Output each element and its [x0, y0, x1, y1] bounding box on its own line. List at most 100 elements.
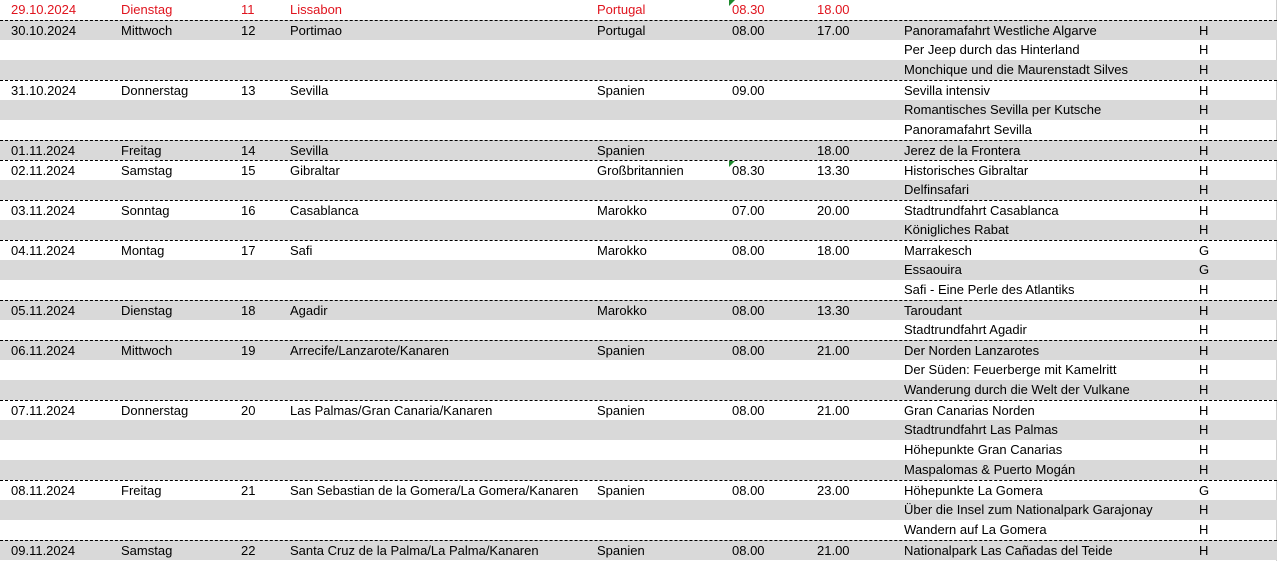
day-number-cell[interactable]: 11: [241, 0, 255, 20]
code-cell[interactable]: H: [1199, 460, 1208, 480]
day-number-cell[interactable]: 15: [241, 161, 255, 181]
arrival-time-cell[interactable]: 08.00: [732, 21, 765, 41]
departure-time-cell[interactable]: 17.00: [817, 21, 850, 41]
day-number-cell[interactable]: 20: [241, 401, 255, 421]
excursion-cell[interactable]: Taroudant: [904, 301, 962, 321]
departure-time-cell[interactable]: 13.30: [817, 301, 850, 321]
date-cell[interactable]: 30.10.2024: [11, 21, 76, 41]
code-cell[interactable]: H: [1199, 420, 1208, 440]
code-cell[interactable]: H: [1199, 180, 1208, 200]
country-cell[interactable]: Spanien: [597, 401, 645, 421]
excursion-cell[interactable]: Jerez de la Frontera: [904, 141, 1020, 161]
excursion-cell[interactable]: Essaouira: [904, 260, 962, 280]
arrival-time-cell[interactable]: 07.00: [732, 201, 765, 221]
code-cell[interactable]: G: [1199, 481, 1209, 501]
weekday-cell[interactable]: Freitag: [121, 141, 161, 161]
arrival-time-cell[interactable]: 09.00: [732, 81, 765, 101]
code-cell[interactable]: H: [1199, 201, 1208, 221]
date-cell[interactable]: 05.11.2024: [11, 301, 75, 321]
port-cell[interactable]: Arrecife/Lanzarote/Kanaren: [290, 341, 449, 361]
excursion-cell[interactable]: Stadtrundfahrt Agadir: [904, 320, 1027, 340]
port-cell[interactable]: Sevilla: [290, 81, 328, 101]
port-cell[interactable]: Gibraltar: [290, 161, 340, 181]
excursion-cell[interactable]: Romantisches Sevilla per Kutsche: [904, 100, 1101, 120]
country-cell[interactable]: Portugal: [597, 21, 645, 41]
day-number-cell[interactable]: 18: [241, 301, 255, 321]
port-cell[interactable]: Lissabon: [290, 0, 342, 20]
code-cell[interactable]: H: [1199, 320, 1208, 340]
excursion-cell[interactable]: Historisches Gibraltar: [904, 161, 1028, 181]
country-cell[interactable]: Portugal: [597, 0, 645, 20]
departure-time-cell[interactable]: 18.00: [817, 241, 850, 261]
excursion-cell[interactable]: Höhepunkte La Gomera: [904, 481, 1043, 501]
excursion-cell[interactable]: Delfinsafari: [904, 180, 969, 200]
port-cell[interactable]: Las Palmas/Gran Canaria/Kanaren: [290, 401, 492, 421]
date-cell[interactable]: 03.11.2024: [11, 201, 75, 221]
departure-time-cell[interactable]: 18.00: [817, 141, 850, 161]
weekday-cell[interactable]: Samstag: [121, 161, 172, 181]
excursion-cell[interactable]: Monchique und die Maurenstadt Silves: [904, 60, 1128, 80]
code-cell[interactable]: H: [1199, 60, 1208, 80]
weekday-cell[interactable]: Freitag: [121, 481, 161, 501]
weekday-cell[interactable]: Mittwoch: [121, 341, 172, 361]
arrival-time-cell[interactable]: 08.30: [732, 161, 765, 181]
departure-time-cell[interactable]: 23.00: [817, 481, 850, 501]
port-cell[interactable]: Sevilla: [290, 141, 328, 161]
weekday-cell[interactable]: Montag: [121, 241, 164, 261]
weekday-cell[interactable]: Mittwoch: [121, 21, 172, 41]
code-cell[interactable]: H: [1199, 100, 1208, 120]
day-number-cell[interactable]: 12: [241, 21, 255, 41]
date-cell[interactable]: 06.11.2024: [11, 341, 75, 361]
code-cell[interactable]: G: [1199, 241, 1209, 261]
code-cell[interactable]: H: [1199, 500, 1208, 520]
excursion-cell[interactable]: Per Jeep durch das Hinterland: [904, 40, 1080, 60]
excursion-cell[interactable]: Stadtrundfahrt Casablanca: [904, 201, 1059, 221]
port-cell[interactable]: Safi: [290, 241, 312, 261]
departure-time-cell[interactable]: 20.00: [817, 201, 850, 221]
excursion-cell[interactable]: Gran Canarias Norden: [904, 401, 1035, 421]
departure-time-cell[interactable]: 21.00: [817, 401, 850, 421]
country-cell[interactable]: Spanien: [597, 81, 645, 101]
code-cell[interactable]: H: [1199, 141, 1208, 161]
arrival-time-cell[interactable]: 08.30: [732, 0, 765, 20]
date-cell[interactable]: 29.10.2024: [11, 0, 76, 20]
port-cell[interactable]: Portimao: [290, 21, 342, 41]
date-cell[interactable]: 08.11.2024: [11, 481, 75, 501]
country-cell[interactable]: Marokko: [597, 201, 647, 221]
date-cell[interactable]: 04.11.2024: [11, 241, 75, 261]
weekday-cell[interactable]: Dienstag: [121, 301, 172, 321]
excursion-cell[interactable]: Maspalomas & Puerto Mogán: [904, 460, 1075, 480]
excursion-cell[interactable]: Wandern auf La Gomera: [904, 520, 1047, 540]
departure-time-cell[interactable]: 21.00: [817, 341, 850, 361]
country-cell[interactable]: Spanien: [597, 481, 645, 501]
port-cell[interactable]: Agadir: [290, 301, 328, 321]
port-cell[interactable]: San Sebastian de la Gomera/La Gomera/Kan…: [290, 481, 578, 501]
port-cell[interactable]: Santa Cruz de la Palma/La Palma/Kanaren: [290, 541, 539, 561]
country-cell[interactable]: Spanien: [597, 341, 645, 361]
departure-time-cell[interactable]: 18.00: [817, 0, 850, 20]
date-cell[interactable]: 07.11.2024: [11, 401, 75, 421]
code-cell[interactable]: H: [1199, 360, 1208, 380]
weekday-cell[interactable]: Donnerstag: [121, 401, 188, 421]
date-cell[interactable]: 02.11.2024: [11, 161, 75, 181]
excursion-cell[interactable]: Nationalpark Las Cañadas del Teide: [904, 541, 1113, 561]
code-cell[interactable]: H: [1199, 520, 1208, 540]
code-cell[interactable]: H: [1199, 280, 1208, 300]
country-cell[interactable]: Spanien: [597, 141, 645, 161]
country-cell[interactable]: Marokko: [597, 301, 647, 321]
code-cell[interactable]: H: [1199, 40, 1208, 60]
code-cell[interactable]: H: [1199, 341, 1208, 361]
excursion-cell[interactable]: Wanderung durch die Welt der Vulkane: [904, 380, 1130, 400]
excursion-cell[interactable]: Höhepunkte Gran Canarias: [904, 440, 1062, 460]
code-cell[interactable]: H: [1199, 380, 1208, 400]
weekday-cell[interactable]: Samstag: [121, 541, 172, 561]
arrival-time-cell[interactable]: 08.00: [732, 301, 765, 321]
country-cell[interactable]: Spanien: [597, 541, 645, 561]
day-number-cell[interactable]: 21: [241, 481, 255, 501]
excursion-cell[interactable]: Panoramafahrt Westliche Algarve: [904, 21, 1097, 41]
date-cell[interactable]: 01.11.2024: [11, 141, 75, 161]
code-cell[interactable]: H: [1199, 220, 1208, 240]
excursion-cell[interactable]: Safi - Eine Perle des Atlantiks: [904, 280, 1075, 300]
weekday-cell[interactable]: Donnerstag: [121, 81, 188, 101]
code-cell[interactable]: H: [1199, 161, 1208, 181]
